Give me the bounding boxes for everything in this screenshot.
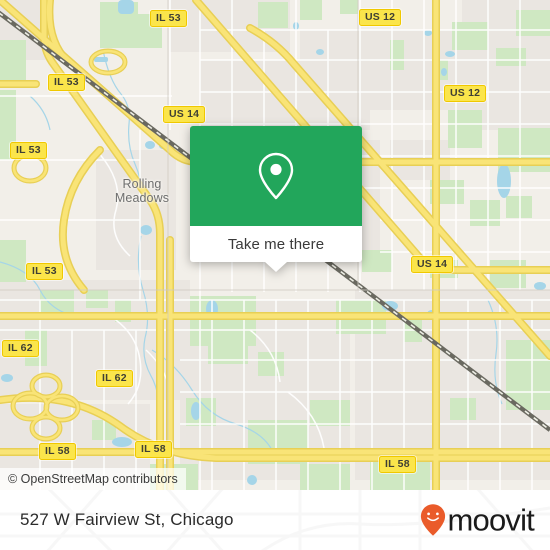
popup-image-area: [190, 126, 362, 226]
moovit-smiley-pin-icon: [421, 504, 446, 536]
highway-shield[interactable]: IL 58: [39, 443, 76, 460]
highway-shield[interactable]: IL 53: [48, 74, 85, 91]
popup-action-bar[interactable]: Take me there: [190, 226, 362, 272]
moovit-logo[interactable]: moovit: [420, 502, 535, 538]
take-me-there-popup[interactable]: Take me there: [190, 126, 362, 272]
highway-shield[interactable]: IL 53: [10, 142, 47, 159]
highway-shield[interactable]: US 14: [411, 256, 454, 273]
popup-tail: [265, 262, 287, 272]
address-label: 527 W Fairview St, Chicago: [20, 510, 234, 529]
map-pin-icon: [258, 152, 294, 200]
highway-shield[interactable]: IL 62: [96, 370, 133, 387]
highway-shield[interactable]: IL 53: [150, 10, 187, 27]
map-canvas[interactable]: Rolling Meadows IL 53 US 12 IL 53 US 12 …: [0, 0, 550, 490]
footer-bar: 527 W Fairview St, Chicago moovit: [0, 490, 550, 550]
highway-shield[interactable]: US 14: [163, 106, 206, 123]
highway-shield[interactable]: IL 62: [2, 340, 39, 357]
moovit-wordmark: moovit: [447, 502, 534, 538]
highway-shield[interactable]: US 12: [444, 85, 487, 102]
highway-shield[interactable]: US 12: [359, 9, 402, 26]
map-screenshot: Rolling Meadows IL 53 US 12 IL 53 US 12 …: [0, 0, 550, 550]
highway-shield[interactable]: IL 53: [26, 263, 63, 280]
popup-action-label: Take me there: [227, 235, 325, 253]
highway-shield[interactable]: IL 58: [379, 456, 416, 473]
highway-shield[interactable]: IL 58: [135, 441, 172, 458]
map-attribution[interactable]: © OpenStreetMap contributors: [0, 468, 186, 490]
